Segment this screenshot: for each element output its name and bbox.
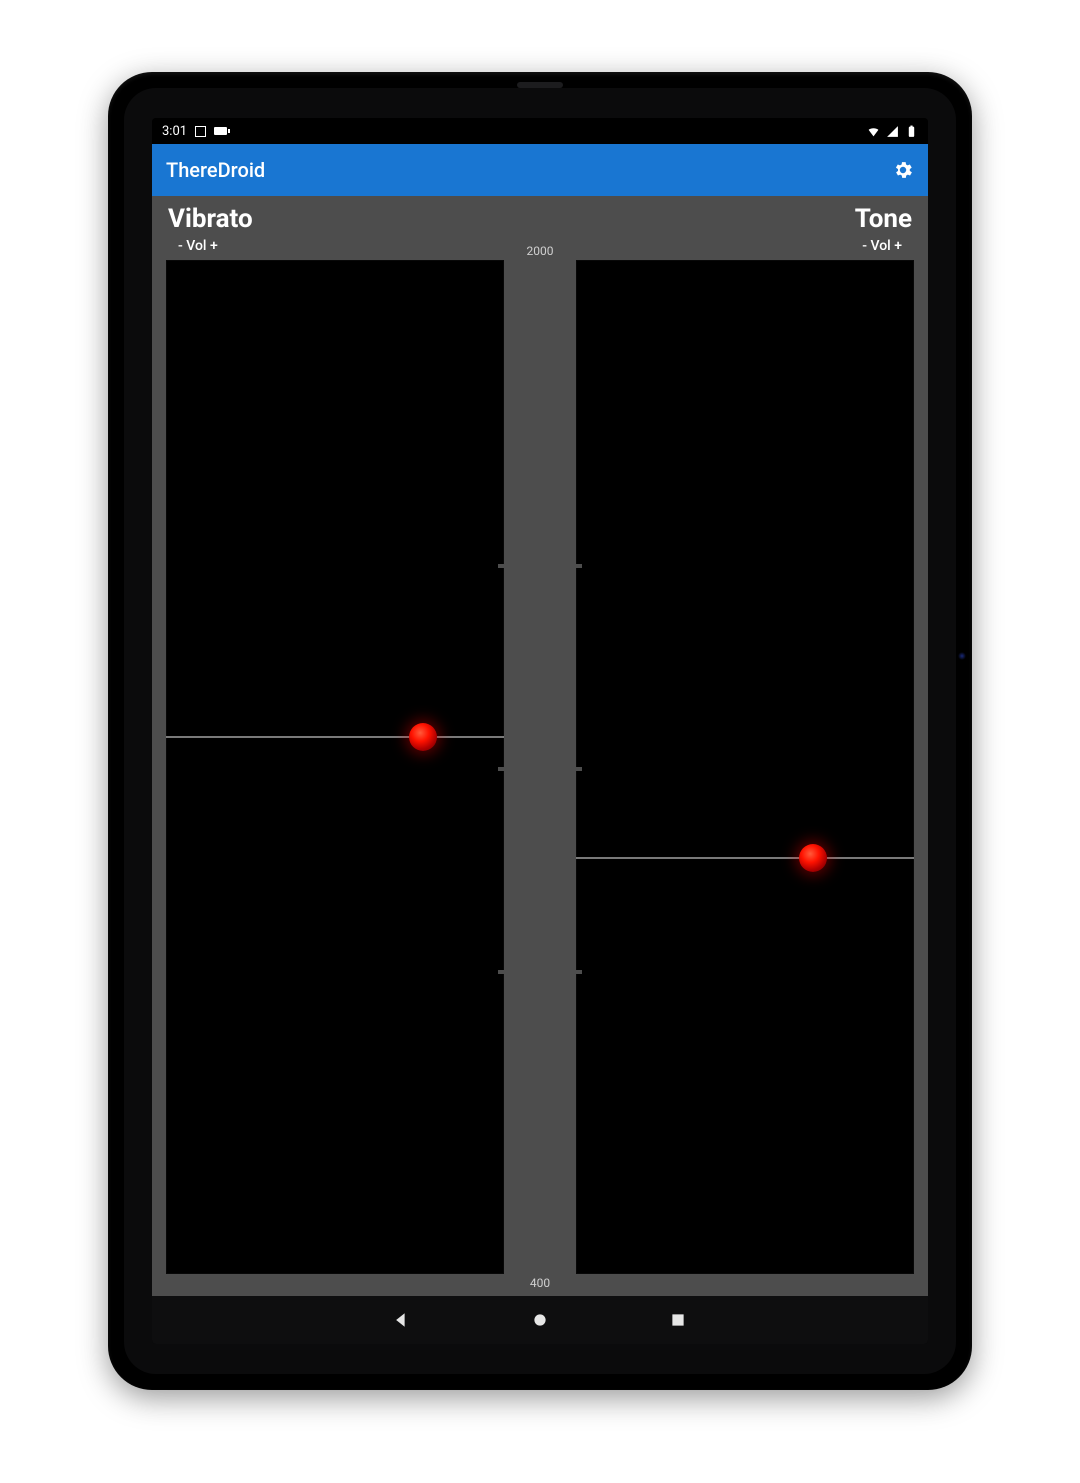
left-panel-title: Vibrato bbox=[168, 204, 253, 234]
center-gutter: 2000 400 bbox=[504, 260, 576, 1274]
content-area: Vibrato - Vol + Tone - Vol + bbox=[152, 196, 928, 1296]
scale-max-label: 2000 bbox=[527, 244, 554, 258]
scale-min-label: 400 bbox=[530, 1276, 550, 1290]
tablet-frame: 3:01 bbox=[108, 72, 972, 1390]
scale-tick bbox=[564, 564, 582, 568]
screen: 3:01 bbox=[152, 118, 928, 1344]
right-panel-subtitle: - Vol + bbox=[862, 238, 902, 254]
wifi-icon bbox=[867, 125, 880, 138]
scale-tick bbox=[564, 970, 582, 974]
vibrato-pad[interactable] bbox=[166, 260, 504, 1274]
status-bar: 3:01 bbox=[152, 118, 928, 144]
settings-icon[interactable] bbox=[892, 159, 914, 181]
front-camera bbox=[958, 652, 966, 660]
scale-tick bbox=[498, 564, 516, 568]
scale-tick bbox=[498, 970, 516, 974]
status-icon-app bbox=[195, 126, 206, 137]
navigation-bar bbox=[152, 1296, 928, 1344]
app-title: ThereDroid bbox=[166, 158, 265, 182]
recents-button[interactable] bbox=[669, 1311, 687, 1329]
scale-tick bbox=[498, 767, 516, 771]
bezel: 3:01 bbox=[124, 88, 956, 1374]
back-button[interactable] bbox=[393, 1311, 411, 1329]
tone-pad[interactable] bbox=[576, 260, 914, 1274]
right-panel-title: Tone bbox=[855, 204, 912, 234]
battery-icon bbox=[905, 125, 918, 138]
status-time: 3:01 bbox=[162, 124, 187, 139]
signal-icon bbox=[886, 125, 899, 138]
tone-guideline bbox=[576, 858, 914, 859]
app-bar: ThereDroid bbox=[152, 144, 928, 196]
left-panel-subtitle: - Vol + bbox=[178, 238, 218, 254]
vibrato-guideline bbox=[166, 736, 504, 737]
scale-tick bbox=[564, 767, 582, 771]
home-button[interactable] bbox=[531, 1311, 549, 1329]
status-icon-card bbox=[214, 127, 227, 135]
